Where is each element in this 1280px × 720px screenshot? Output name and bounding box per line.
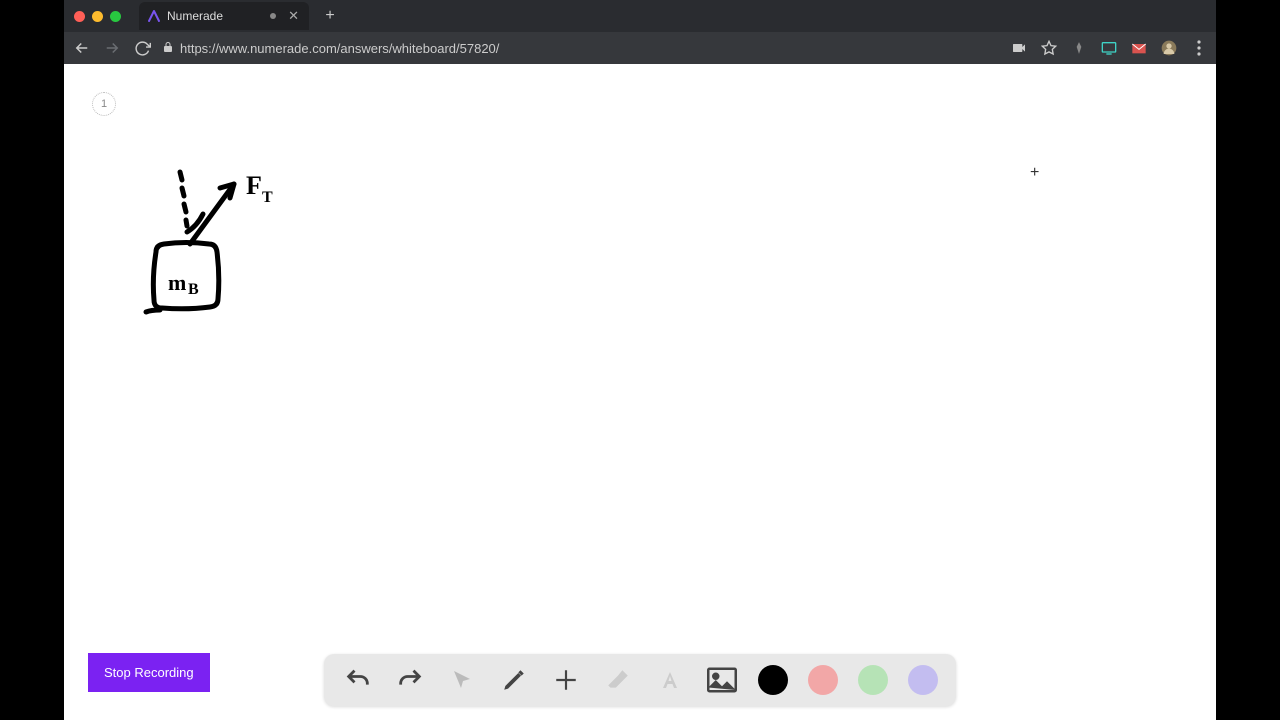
undo-button[interactable]	[342, 664, 374, 696]
stop-recording-button[interactable]: Stop Recording	[88, 653, 210, 692]
add-tool-button[interactable]	[550, 664, 582, 696]
drawing-toolbar	[324, 654, 956, 706]
nav-back-button[interactable]	[72, 38, 92, 58]
extension-screen-icon[interactable]	[1100, 39, 1118, 57]
page-number-badge[interactable]: 1	[92, 92, 116, 116]
browser-window: Numerade ✕ + https://www.numerade.com/an…	[64, 0, 1216, 720]
tab-recording-indicator-icon	[270, 13, 276, 19]
nav-forward-button	[102, 38, 122, 58]
url-bar: https://www.numerade.com/answers/whitebo…	[64, 32, 1216, 64]
color-green-swatch[interactable]	[858, 665, 888, 695]
label-mass-sub: B	[188, 281, 199, 298]
window-maximize-icon[interactable]	[110, 11, 121, 22]
new-tab-button[interactable]: +	[319, 5, 341, 27]
extension-mail-icon[interactable]	[1130, 39, 1148, 57]
color-purple-swatch[interactable]	[908, 665, 938, 695]
browser-tab[interactable]: Numerade ✕	[139, 2, 309, 30]
eraser-tool-button[interactable]	[602, 664, 634, 696]
tab-title: Numerade	[167, 9, 223, 23]
pen-tool-button[interactable]	[498, 664, 530, 696]
color-black-swatch[interactable]	[758, 665, 788, 695]
extension-1-icon[interactable]	[1070, 39, 1088, 57]
window-controls	[74, 11, 121, 22]
url-text: https://www.numerade.com/answers/whitebo…	[180, 41, 499, 56]
user-drawing: m B F T	[124, 162, 304, 332]
label-force: F	[246, 171, 262, 200]
tab-favicon-icon	[147, 9, 161, 23]
titlebar: Numerade ✕ +	[64, 0, 1216, 32]
label-force-sub: T	[262, 189, 273, 206]
whiteboard-canvas[interactable]: 1 + m B	[64, 64, 1216, 720]
redo-button[interactable]	[394, 664, 426, 696]
letterbox-left	[0, 0, 64, 720]
browser-menu-icon[interactable]	[1190, 39, 1208, 57]
browser-actions	[1010, 39, 1208, 57]
page-number: 1	[101, 98, 107, 110]
letterbox-right	[1216, 0, 1280, 720]
cursor-crosshair-icon: +	[1030, 164, 1039, 182]
image-tool-button[interactable]	[706, 664, 738, 696]
bookmark-star-icon[interactable]	[1040, 39, 1058, 57]
tab-close-icon[interactable]: ✕	[288, 8, 299, 24]
address-bar[interactable]: https://www.numerade.com/answers/whitebo…	[162, 41, 1000, 56]
select-tool-button[interactable]	[446, 664, 478, 696]
window-close-icon[interactable]	[74, 11, 85, 22]
text-tool-button[interactable]	[654, 664, 686, 696]
lock-icon	[162, 41, 174, 56]
window-minimize-icon[interactable]	[92, 11, 103, 22]
nav-reload-button[interactable]	[132, 38, 152, 58]
camera-icon[interactable]	[1010, 39, 1028, 57]
color-red-swatch[interactable]	[808, 665, 838, 695]
profile-avatar-icon[interactable]	[1160, 39, 1178, 57]
label-mass: m	[168, 270, 186, 295]
